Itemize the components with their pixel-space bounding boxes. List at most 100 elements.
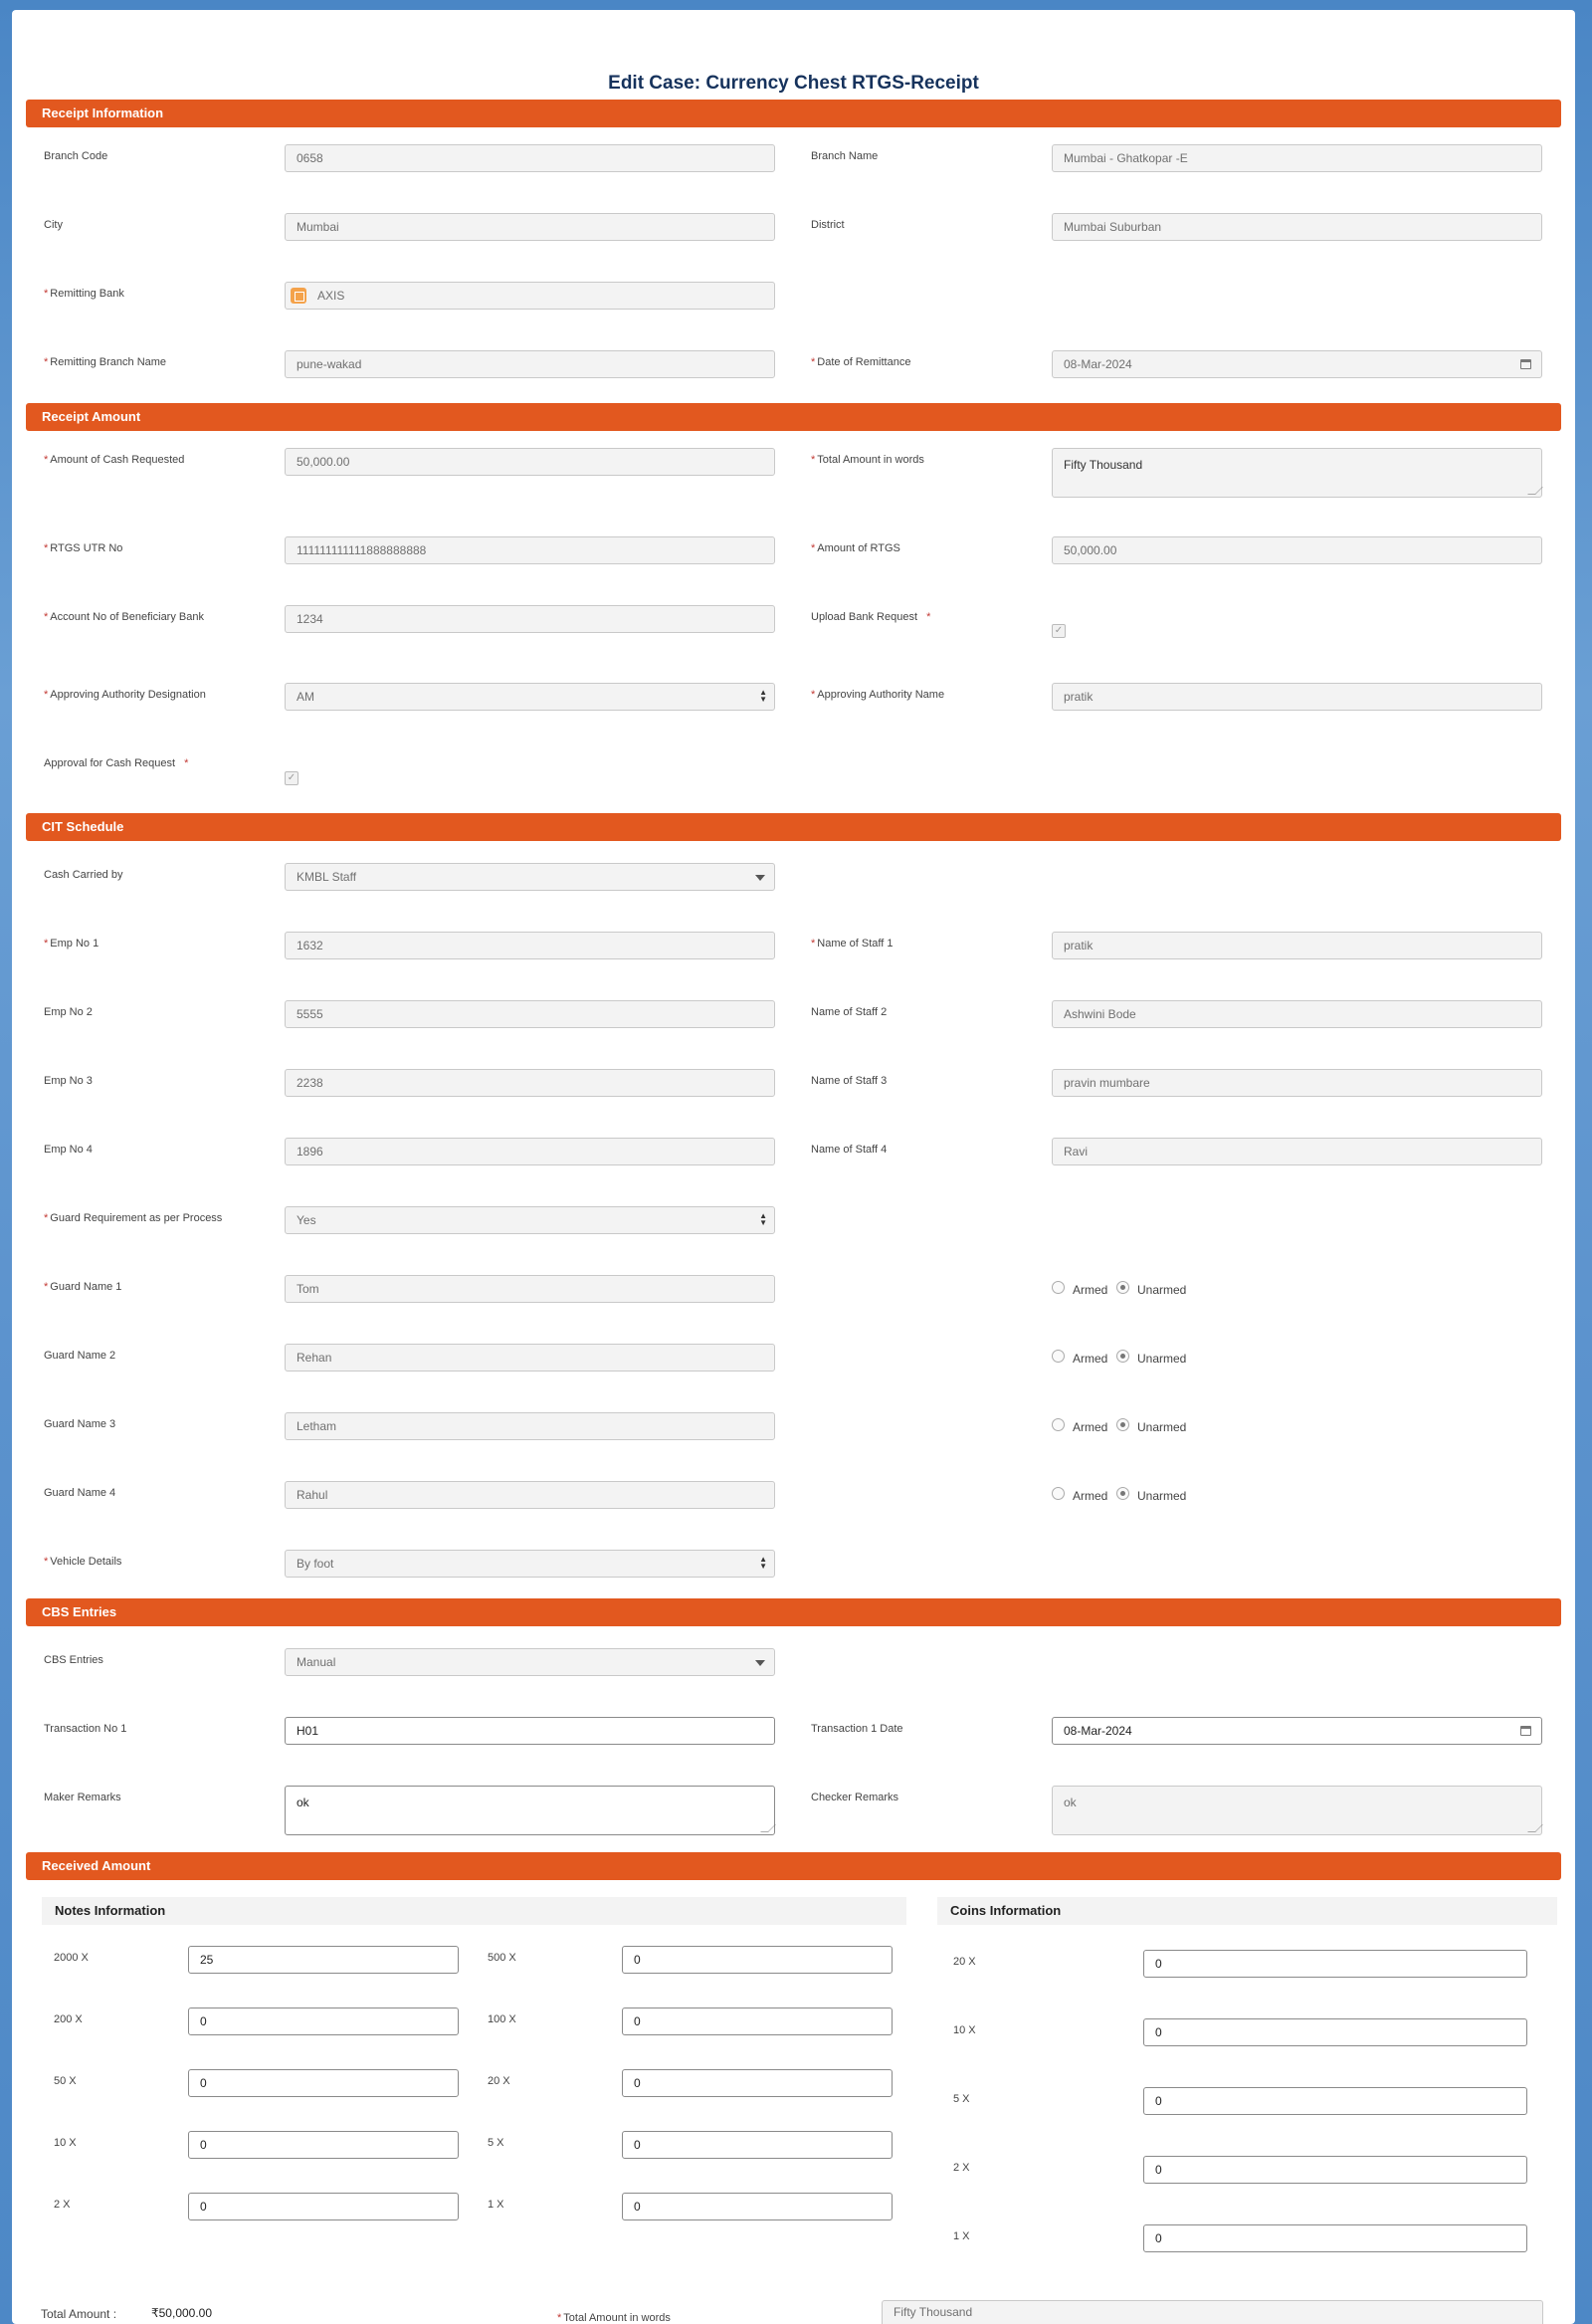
guard3-unarmed-radio[interactable] (1116, 1418, 1129, 1431)
note-1-input[interactable]: 0 (622, 2193, 893, 2220)
maker-remarks-field[interactable]: ok (285, 1786, 776, 1835)
note-2000-input[interactable]: 25 (188, 1946, 459, 1974)
received-words-field[interactable]: Fifty Thousand (882, 2300, 1543, 2324)
amount-words-field[interactable]: Fifty Thousand (1052, 448, 1543, 498)
approval-checkbox[interactable]: ✓ (285, 771, 298, 785)
note-label: 100 X (488, 2013, 516, 2025)
unarmed-label: Unarmed (1137, 1489, 1187, 1503)
branch-code-field[interactable]: 0658 (285, 144, 775, 172)
page-title: Edit Case: Currency Chest RTGS-Receipt (608, 73, 979, 94)
section-receipt-amount: Receipt Amount (26, 403, 1561, 431)
note-10-input[interactable]: 0 (188, 2131, 459, 2159)
guard2-field[interactable]: Rehan (285, 1344, 775, 1372)
coins-information-header: Coins Information (937, 1897, 1557, 1925)
emp4-field[interactable]: 1896 (285, 1138, 775, 1165)
unarmed-label: Unarmed (1137, 1283, 1187, 1297)
branch-code-label: Branch Code (44, 150, 108, 162)
note-20-input[interactable]: 0 (622, 2069, 893, 2097)
rtgs-amount-field[interactable]: 50,000.00 (1052, 536, 1542, 564)
coin-20-input[interactable]: 0 (1143, 1950, 1527, 1978)
note-5-input[interactable]: 0 (622, 2131, 893, 2159)
coin-label: 10 X (953, 2024, 976, 2036)
guard-req-select[interactable]: Yes ▲ ▼ (285, 1206, 775, 1234)
guard3-field[interactable]: Letham (285, 1412, 775, 1440)
guard2-unarmed-radio[interactable] (1116, 1350, 1129, 1363)
coin-1-input[interactable]: 0 (1143, 2224, 1527, 2252)
cash-requested-label: * Amount of Cash Requested (44, 454, 185, 466)
remitting-branch-field[interactable]: pune-wakad (285, 350, 775, 378)
note-100-input[interactable]: 0 (622, 2007, 893, 2035)
section-received-amount: Received Amount (26, 1852, 1561, 1880)
remitting-bank-field[interactable]: AXIS (285, 282, 775, 310)
txn-label: Transaction No 1 (44, 1723, 127, 1735)
authority-name-field[interactable]: pratik (1052, 683, 1542, 711)
cbs-entries-select[interactable]: Manual (285, 1648, 775, 1676)
district-field[interactable]: Mumbai Suburban (1052, 213, 1542, 241)
date-of-remittance-field[interactable]: 08-Mar-2024 (1052, 350, 1542, 378)
guard-req-label: * Guard Requirement as per Process (44, 1212, 223, 1224)
total-amount-label: Total Amount : (41, 2307, 117, 2321)
note-500-input[interactable]: 0 (622, 1946, 893, 1974)
guard3-label: Guard Name 3 (44, 1418, 116, 1430)
spinner-icon: ▲ ▼ (759, 1211, 767, 1227)
guard4-unarmed-radio[interactable] (1116, 1487, 1129, 1500)
calendar-icon[interactable] (1520, 1726, 1531, 1736)
note-label: 2000 X (54, 1952, 89, 1964)
guard3-armed-radio[interactable] (1052, 1418, 1065, 1431)
guard1-unarmed-radio[interactable] (1116, 1281, 1129, 1294)
emp1-field[interactable]: 1632 (285, 932, 775, 959)
section-cit-schedule: CIT Schedule (26, 813, 1561, 841)
note-2-input[interactable]: 0 (188, 2193, 459, 2220)
guard4-field[interactable]: Rahul (285, 1481, 775, 1509)
cash-carried-select[interactable]: KMBL Staff (285, 863, 775, 891)
staff1-field[interactable]: pratik (1052, 932, 1542, 959)
note-label: 5 X (488, 2137, 504, 2149)
guard2-armed-radio[interactable] (1052, 1350, 1065, 1363)
coin-label: 5 X (953, 2093, 970, 2105)
staff3-label: Name of Staff 3 (811, 1075, 888, 1087)
emp1-label: * Emp No 1 (44, 938, 100, 950)
guard1-armed-radio[interactable] (1052, 1281, 1065, 1294)
emp3-field[interactable]: 2238 (285, 1069, 775, 1097)
cash-carried-label: Cash Carried by (44, 869, 123, 881)
designation-select[interactable]: AM ▲ ▼ (285, 683, 775, 711)
checker-remarks-field[interactable]: ok (1052, 1786, 1543, 1835)
amount-words-label: * Total Amount in words (811, 454, 924, 466)
vehicle-select[interactable]: By foot ▲ ▼ (285, 1550, 775, 1578)
guard4-label: Guard Name 4 (44, 1487, 116, 1499)
armed-label: Armed (1073, 1352, 1108, 1366)
guard1-field[interactable]: Tom (285, 1275, 775, 1303)
emp2-field[interactable]: 5555 (285, 1000, 775, 1028)
branch-name-field[interactable]: Mumbai - Ghatkopar -E (1052, 144, 1542, 172)
note-200-input[interactable]: 0 (188, 2007, 459, 2035)
upload-request-checkbox[interactable]: ✓ (1052, 624, 1066, 638)
maker-remarks-label: Maker Remarks (44, 1792, 121, 1803)
section-cbs-entries: CBS Entries (26, 1598, 1561, 1626)
checker-remarks-label: Checker Remarks (811, 1792, 899, 1803)
city-field[interactable]: Mumbai (285, 213, 775, 241)
account-field[interactable]: 1234 (285, 605, 775, 633)
guard4-armed-radio[interactable] (1052, 1487, 1065, 1500)
staff2-field[interactable]: Ashwini Bode (1052, 1000, 1542, 1028)
calendar-icon[interactable] (1520, 359, 1531, 369)
coin-10-input[interactable]: 0 (1143, 2018, 1527, 2046)
txn-date-field[interactable]: 08-Mar-2024 (1052, 1717, 1542, 1745)
cash-requested-field[interactable]: 50,000.00 (285, 448, 775, 476)
coin-2-input[interactable]: 0 (1143, 2156, 1527, 2184)
district-label: District (811, 219, 845, 231)
coin-5-input[interactable]: 0 (1143, 2087, 1527, 2115)
staff1-label: * Name of Staff 1 (811, 938, 894, 950)
coin-label: 1 X (953, 2230, 970, 2242)
total-amount-value: ₹50,000.00 (151, 2306, 213, 2320)
staff3-field[interactable]: pravin mumbare (1052, 1069, 1542, 1097)
emp3-label: Emp No 3 (44, 1075, 93, 1087)
note-label: 200 X (54, 2013, 83, 2025)
utr-field[interactable]: 111111111111888888888 (285, 536, 775, 564)
note-50-input[interactable]: 0 (188, 2069, 459, 2097)
date-of-remittance-label: * Date of Remittance (811, 356, 911, 368)
city-label: City (44, 219, 63, 231)
note-label: 2 X (54, 2199, 71, 2211)
txn-field[interactable]: H01 (285, 1717, 775, 1745)
staff4-field[interactable]: Ravi (1052, 1138, 1542, 1165)
remitting-bank-label: * Remitting Bank (44, 288, 124, 300)
